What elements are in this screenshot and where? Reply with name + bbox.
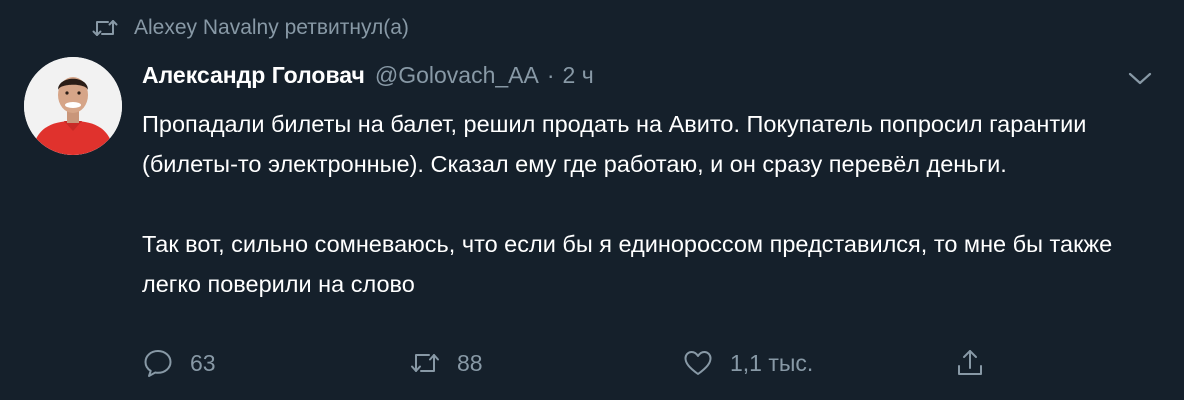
retweet-context-text[interactable]: Alexey Navalny ретвитнул(а) xyxy=(134,16,409,40)
chevron-down-icon[interactable] xyxy=(1126,68,1154,88)
tweet-paragraph: Пропадали билеты на балет, решил продать… xyxy=(142,111,1087,177)
tweet[interactable]: Alexey Navalny ретвитнул(а) Александр Го… xyxy=(0,0,1184,400)
tweet-paragraph: Так вот, сильно сомневаюсь, что если бы … xyxy=(142,231,1113,297)
separator-dot: · xyxy=(546,62,555,88)
avatar-image xyxy=(24,57,122,155)
tweet-text: Пропадали билеты на балет, решил продать… xyxy=(142,104,1152,304)
like-button[interactable]: 1,1 тыс. xyxy=(682,347,813,379)
retweet-context: Alexey Navalny ретвитнул(а) xyxy=(92,16,409,40)
retweet-count: 88 xyxy=(457,349,483,376)
tweet-timestamp[interactable]: 2 ч xyxy=(563,62,594,89)
like-count: 1,1 тыс. xyxy=(730,349,814,376)
reply-button[interactable]: 63 xyxy=(142,347,216,379)
share-button[interactable] xyxy=(954,347,986,379)
retweet-button[interactable]: 88 xyxy=(409,347,483,379)
tweet-header: Александр Головач @Golovach_AA · 2 ч xyxy=(142,62,594,89)
tweet-actions: 63 88 1,1 тыс. xyxy=(142,347,1002,387)
share-icon xyxy=(958,350,982,375)
reply-count: 63 xyxy=(190,349,216,376)
avatar[interactable] xyxy=(24,57,122,155)
retweet-icon xyxy=(92,20,118,36)
reply-icon xyxy=(144,350,172,377)
author-handle[interactable]: @Golovach_AA xyxy=(375,62,539,89)
retweet-icon xyxy=(411,354,439,372)
author-name[interactable]: Александр Головач xyxy=(142,62,365,89)
heart-icon xyxy=(684,351,712,375)
